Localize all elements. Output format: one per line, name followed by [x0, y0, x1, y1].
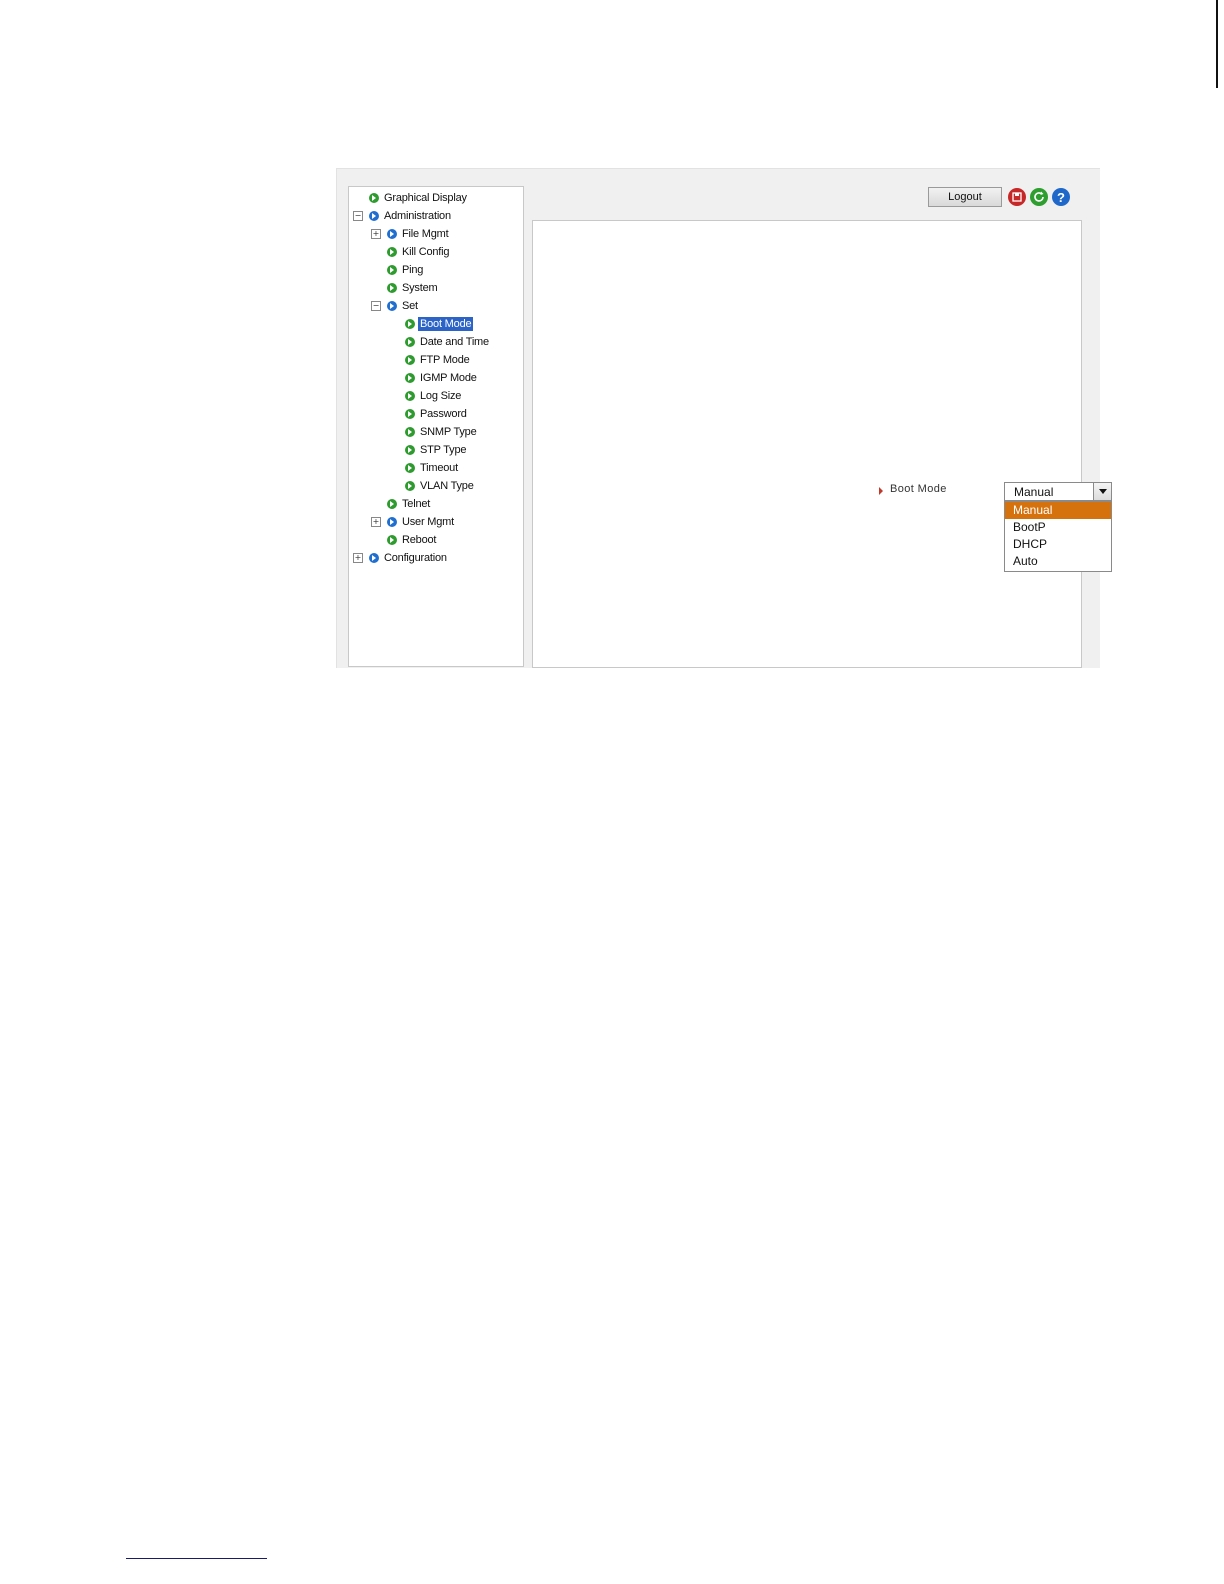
arrow-bullet-icon	[387, 229, 397, 239]
nav-label: Password	[420, 408, 467, 420]
arrow-bullet-icon	[369, 193, 379, 203]
boot-mode-options: Manual BootP DHCP Auto	[1004, 501, 1112, 572]
nav-label: Date and Time	[420, 336, 489, 348]
arrow-bullet-icon	[387, 265, 397, 275]
nav-item-telnet[interactable]: Telnet	[387, 496, 432, 512]
nav-item-igmp-mode[interactable]: IGMP Mode	[405, 370, 479, 386]
logout-button[interactable]: Logout	[928, 187, 1002, 207]
option-dhcp[interactable]: DHCP	[1005, 536, 1111, 553]
nav-item-date-and-time[interactable]: Date and Time	[405, 334, 491, 350]
arrow-bullet-icon	[387, 535, 397, 545]
arrow-bullet-icon	[369, 553, 379, 563]
nav-label: Telnet	[402, 498, 431, 510]
nav-label: Graphical Display	[384, 192, 467, 204]
field-marker-icon	[879, 487, 883, 495]
collapse-icon[interactable]: −	[353, 211, 363, 221]
nav-item-stp-type[interactable]: STP Type	[405, 442, 468, 458]
arrow-bullet-icon	[405, 337, 415, 347]
nav-label: Set	[402, 300, 418, 312]
expand-icon[interactable]: +	[371, 229, 381, 239]
nav-item-system[interactable]: System	[387, 280, 439, 296]
nav-label: Kill Config	[402, 246, 450, 258]
boot-mode-selected-value: Manual	[1014, 485, 1054, 499]
nav-item-log-size[interactable]: Log Size	[405, 388, 463, 404]
nav-item-boot-mode[interactable]: Boot Mode	[405, 316, 474, 332]
refresh-icon[interactable]	[1030, 188, 1048, 206]
nav-label: File Mgmt	[402, 228, 449, 240]
nav-item-ping[interactable]: Ping	[387, 262, 425, 278]
nav-item-configuration[interactable]: + Configuration	[353, 550, 449, 566]
help-icon[interactable]: ?	[1052, 188, 1070, 206]
nav-item-graphical-display[interactable]: Graphical Display	[369, 190, 469, 206]
nav-label: FTP Mode	[420, 354, 470, 366]
nav-item-file-mgmt[interactable]: + File Mgmt	[371, 226, 450, 242]
nav-item-administration[interactable]: − Administration	[353, 208, 453, 224]
arrow-bullet-icon	[387, 517, 397, 527]
nav-label: STP Type	[420, 444, 467, 456]
arrow-bullet-icon	[369, 211, 379, 221]
option-manual[interactable]: Manual	[1005, 502, 1111, 519]
arrow-bullet-icon	[405, 319, 415, 329]
arrow-bullet-icon	[405, 427, 415, 437]
nav-label: System	[402, 282, 438, 294]
nav-label: SNMP Type	[420, 426, 477, 438]
nav-item-password[interactable]: Password	[405, 406, 470, 422]
chevron-down-icon[interactable]	[1093, 483, 1111, 500]
nav-label: Log Size	[420, 390, 462, 402]
page-edge-line	[1216, 0, 1218, 88]
save-icon[interactable]	[1008, 188, 1026, 206]
arrow-bullet-icon	[405, 463, 415, 473]
nav-tree: Graphical Display − Administration + Fil…	[348, 186, 524, 667]
expand-icon[interactable]: +	[371, 517, 381, 527]
arrow-bullet-icon	[405, 445, 415, 455]
app-frame: Graphical Display − Administration + Fil…	[336, 168, 1112, 668]
arrow-bullet-icon	[405, 355, 415, 365]
arrow-bullet-icon	[405, 373, 415, 383]
nav-item-set[interactable]: − Set	[371, 298, 420, 314]
content-panel: Boot Mode Manual Manual BootP DHCP Auto	[532, 220, 1112, 668]
option-bootp[interactable]: BootP	[1005, 519, 1111, 536]
arrow-bullet-icon	[405, 481, 415, 491]
arrow-bullet-icon	[387, 301, 397, 311]
nav-item-vlan-type[interactable]: VLAN Type	[405, 478, 476, 494]
nav-label: Ping	[402, 264, 424, 276]
boot-mode-label: Boot Mode	[890, 483, 947, 495]
nav-item-user-mgmt[interactable]: + User Mgmt	[371, 514, 456, 530]
nav-label: IGMP Mode	[420, 372, 477, 384]
nav-label: Reboot	[402, 534, 437, 546]
nav-item-reboot[interactable]: Reboot	[387, 532, 438, 548]
nav-label: VLAN Type	[420, 480, 474, 492]
arrow-bullet-icon	[405, 391, 415, 401]
arrow-bullet-icon	[387, 247, 397, 257]
footnote-rule	[126, 1558, 267, 1559]
arrow-bullet-icon	[387, 283, 397, 293]
arrow-bullet-icon	[387, 499, 397, 509]
collapse-icon[interactable]: −	[371, 301, 381, 311]
boot-mode-select[interactable]: Manual	[1004, 482, 1112, 501]
nav-label: Timeout	[420, 462, 458, 474]
nav-item-ftp-mode[interactable]: FTP Mode	[405, 352, 472, 368]
nav-item-snmp-type[interactable]: SNMP Type	[405, 424, 479, 440]
nav-item-timeout[interactable]: Timeout	[405, 460, 460, 476]
nav-label-selected: Boot Mode	[418, 317, 474, 331]
nav-label: Configuration	[384, 552, 447, 564]
arrow-bullet-icon	[405, 409, 415, 419]
option-auto[interactable]: Auto	[1005, 553, 1111, 570]
expand-icon[interactable]: +	[353, 553, 363, 563]
nav-label: User Mgmt	[402, 516, 454, 528]
nav-label: Administration	[384, 210, 451, 222]
nav-item-kill-config[interactable]: Kill Config	[387, 244, 451, 260]
